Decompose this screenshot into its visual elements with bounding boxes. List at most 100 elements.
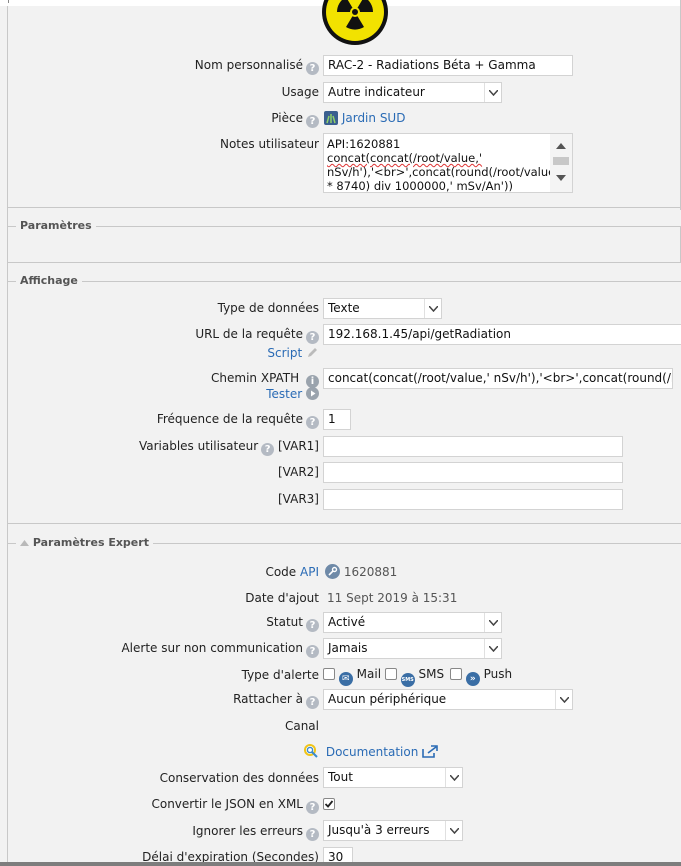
freq-input[interactable]: 1 [323,409,351,430]
help-icon[interactable]: ? [306,62,319,75]
custom-name-label: Nom personnalisé? [195,57,319,75]
room-link-label: Jardin SUD [341,111,406,125]
notes-line: API:1620881 [327,137,401,151]
xpath-input[interactable]: concat(concat(/root/value,' nSv/h'),'<br… [323,368,673,389]
alert-type-label: Type d'alerte [241,668,319,682]
radiation-icon [320,0,390,46]
documentation-link[interactable]: Documentation [303,743,438,760]
search-doc-icon [304,744,318,758]
mail-checkbox[interactable] [323,668,335,680]
play-icon [306,387,319,400]
channel-label: Canal [284,719,319,733]
ignore-errors-select[interactable]: Jusqu'à 3 erreurs [323,820,463,841]
top-tick [8,0,9,3]
display-fieldset-bottom [8,523,681,524]
ignore-errors-value: Jusqu'à 3 erreurs [328,823,430,837]
expert-legend-text: Paramètres Expert [32,536,149,549]
help-icon[interactable]: ? [306,115,319,128]
garden-icon [324,111,338,125]
help-icon[interactable]: ? [306,331,319,344]
notes-scrollbar[interactable] [550,134,572,192]
push-checkbox[interactable] [449,668,462,680]
attach-value: Aucun périphérique [328,692,447,706]
display-legend: Affichage [16,274,82,288]
notes-label: Notes utilisateur [219,137,319,151]
push-label: Push [483,667,513,681]
collapse-arrow-icon [20,540,29,546]
script-link[interactable]: Script [267,345,319,361]
alert-nocomm-value: Jamais [328,641,368,655]
test-link[interactable]: Tester [266,386,319,402]
notes-line: * 8740) div 1000000,' mSv/An')) [327,179,513,193]
url-label: URL de la requête? [195,326,319,344]
var3-input[interactable] [323,489,623,510]
script-link-label: Script [267,346,303,360]
date-label: Date d'ajout [245,591,319,605]
scroll-down-icon[interactable] [556,175,566,181]
help-icon[interactable]: ? [306,801,319,814]
notes-line: nSv/h'),'<br>',concat(round(/root/value [327,165,556,179]
chevron-down-icon [484,83,501,102]
scroll-thumb[interactable] [553,157,569,165]
push-icon: » [465,672,480,686]
attach-select[interactable]: Aucun périphérique [323,689,573,710]
date-value: 11 Sept 2019 à 15:31 [327,591,458,605]
chevron-down-icon [445,821,462,840]
status-label: Statut? [266,614,319,632]
notes-textarea[interactable]: API:1620881 concat(concat(/root/value,' … [323,133,573,193]
device-box-bottom [8,207,680,208]
left-border [7,6,8,862]
external-link-icon [422,745,438,758]
checkmark-icon [324,800,334,808]
bottom-scrollbar[interactable] [0,862,681,866]
data-type-label: Type de données [217,301,319,315]
chevron-down-icon [484,613,501,632]
key-icon [325,564,340,579]
expert-legend[interactable]: Paramètres Expert [16,536,153,550]
api-link[interactable]: API [300,565,319,579]
custom-name-input[interactable]: RAC-2 - Radiations Béta + Gamma [323,55,573,76]
usage-select-value: Autre indicateur [328,85,425,99]
code-value: 1620881 [325,564,397,580]
test-link-label: Tester [266,387,303,401]
code-value-text: 1620881 [343,565,398,579]
status-select[interactable]: Activé [323,612,502,633]
pencil-icon [308,348,317,357]
retention-select[interactable]: Tout [323,767,463,788]
display-fieldset-top [8,281,681,282]
usage-select[interactable]: Autre indicateur [323,82,502,103]
chevron-down-icon [445,768,462,787]
help-icon[interactable]: ? [306,619,319,632]
ignore-errors-label: Ignorer les erreurs? [192,823,319,841]
data-type-select[interactable]: Texte [323,298,442,319]
help-icon[interactable]: ? [306,828,319,841]
freq-label: Fréquence de la requête? [157,411,319,429]
var2-input[interactable] [323,462,623,483]
usage-label: Usage [281,85,319,99]
status-value: Activé [328,615,366,629]
retention-value: Tout [328,770,353,784]
mail-label: Mail [356,667,382,681]
sms-checkbox[interactable] [384,668,397,680]
code-label: Code API [265,565,319,579]
room-link[interactable]: Jardin SUD [324,110,405,126]
help-icon[interactable]: ? [261,443,275,456]
chevron-down-icon [424,299,441,318]
json-xml-label: Convertir le JSON en XML? [151,796,319,814]
chevron-down-icon [555,690,572,709]
params-fieldset-bottom [8,262,681,263]
json-xml-checkbox[interactable] [323,798,335,810]
alert-nocomm-select[interactable]: Jamais [323,638,502,659]
notes-line: concat(concat(/root/value,' [327,151,483,165]
help-icon[interactable]: ? [306,645,319,658]
url-input[interactable]: 192.168.1.45/api/getRadiation [323,324,681,345]
scroll-up-icon[interactable] [556,143,566,149]
var1-input[interactable] [323,436,623,457]
help-icon[interactable]: ? [306,696,319,709]
help-icon[interactable]: ? [306,416,319,429]
alert-type-options: ✉ Mail SMS SMS » Push [323,666,512,687]
var1-label: [VAR1] [278,439,319,453]
sms-icon: SMS [400,673,415,687]
attach-label: Rattacher à? [233,691,319,709]
documentation-label: Documentation [325,745,419,759]
